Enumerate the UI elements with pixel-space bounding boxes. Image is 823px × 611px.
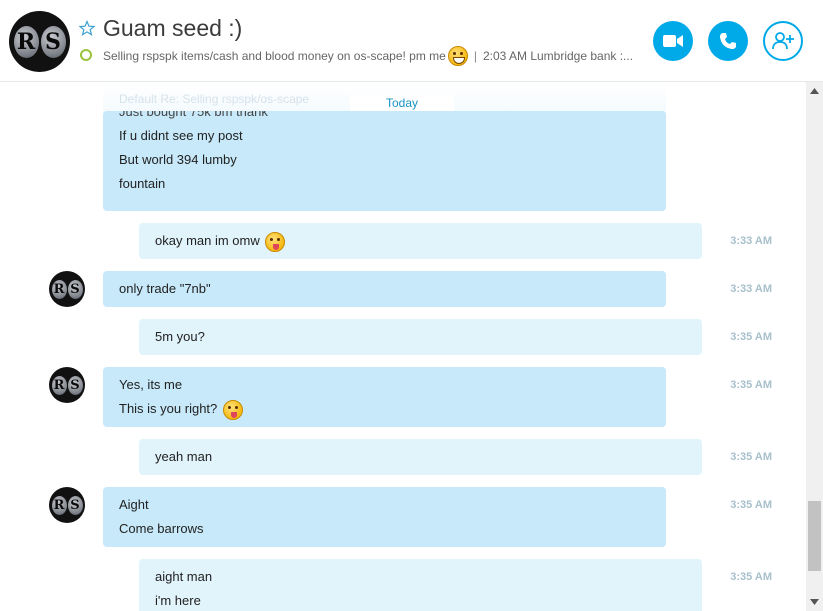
avatar-letter-s: S xyxy=(67,495,83,515)
avatar-letter-r: R xyxy=(51,279,67,299)
avatar-letter-r: R xyxy=(13,25,39,58)
message-line: yeah man xyxy=(155,449,213,464)
tongue-out-emoji-icon xyxy=(222,399,243,420)
message-bubble-incoming[interactable]: Aight Come barrows xyxy=(103,487,666,547)
scroll-down-arrow-icon[interactable] xyxy=(806,595,823,609)
message-line: Come barrows xyxy=(119,521,204,536)
avatar-letter-s: S xyxy=(67,375,83,395)
scroll-up-arrow-icon[interactable] xyxy=(806,84,823,98)
message-line: But world 394 lumby xyxy=(119,152,237,167)
presence-status-icon xyxy=(80,49,92,61)
phone-icon xyxy=(720,33,736,49)
message-line: Aight xyxy=(119,497,149,512)
message-timestamp: 3:35 AM xyxy=(730,499,772,511)
avatar-letter-s: S xyxy=(40,25,66,58)
avatar-letter-s: S xyxy=(67,279,83,299)
message-line: 5m you? xyxy=(155,329,205,344)
message-line: Yes, its me xyxy=(119,377,183,392)
message-timestamp: 3:35 AM xyxy=(730,571,772,583)
star-icon[interactable] xyxy=(79,20,95,36)
grin-emoji-icon xyxy=(447,46,468,66)
message-line: aight man xyxy=(155,569,213,584)
message-bubble-outgoing[interactable]: 5m you? xyxy=(139,319,702,355)
message-line: fountain xyxy=(119,176,166,191)
sender-avatar[interactable]: R S xyxy=(49,487,85,523)
message-line: If u didnt see my post xyxy=(119,128,243,143)
add-participant-button[interactable] xyxy=(763,21,803,61)
mood-trail-text: 2:03 AM Lumbridge bank :... xyxy=(482,49,634,63)
message-timestamp: 3:35 AM xyxy=(730,451,772,463)
message-line: Just bought 75k bm thank xyxy=(119,111,268,119)
mood-separator: | xyxy=(473,49,477,63)
avatar-letter-r: R xyxy=(51,495,67,515)
message-timestamp: 3:33 AM xyxy=(730,283,772,295)
message-line: i'm here xyxy=(155,593,201,608)
scrollbar-thumb[interactable] xyxy=(808,501,821,571)
message-bubble-outgoing[interactable]: yeah man xyxy=(139,439,702,475)
mood-text: Selling rspspk items/cash and blood mone… xyxy=(103,49,446,63)
message-line: This is you right? xyxy=(119,401,218,416)
voice-call-button[interactable] xyxy=(708,21,748,61)
video-call-button[interactable] xyxy=(653,21,693,61)
message-bubble-outgoing[interactable]: okay man im omw xyxy=(139,223,702,259)
message-line: only trade "7nb" xyxy=(119,281,211,296)
vertical-scrollbar[interactable] xyxy=(806,82,823,611)
mood-message: Selling rspspk items/cash and blood mone… xyxy=(103,46,638,66)
message-bubble-incoming[interactable]: Just bought 75k bm thank If u didnt see … xyxy=(103,111,666,211)
message-line: okay man im omw xyxy=(155,233,260,248)
tongue-out-emoji-icon xyxy=(265,231,286,252)
video-camera-icon xyxy=(663,35,683,47)
message-bubble-incoming[interactable]: only trade "7nb" xyxy=(103,271,666,307)
sender-avatar[interactable]: R S xyxy=(49,367,85,403)
message-timestamp: 3:35 AM xyxy=(730,379,772,391)
message-bubble-outgoing[interactable]: aight man i'm here xyxy=(139,559,702,611)
message-bubble-incoming[interactable]: Yes, its me This is you right? xyxy=(103,367,666,427)
conversation-header: R S Guam seed :) Selling rspspk items/ca… xyxy=(0,0,823,82)
add-person-icon xyxy=(772,32,794,50)
message-timestamp: 3:33 AM xyxy=(730,235,772,247)
contact-avatar[interactable]: R S xyxy=(9,11,70,72)
avatar-letter-r: R xyxy=(51,375,67,395)
message-timestamp: 3:35 AM xyxy=(730,331,772,343)
sender-avatar[interactable]: R S xyxy=(49,271,85,307)
date-divider: Today xyxy=(350,95,454,111)
message-history[interactable]: Default Re: Selling rspspk/os-scape Toda… xyxy=(0,82,805,611)
contact-name: Guam seed :) xyxy=(103,15,243,41)
